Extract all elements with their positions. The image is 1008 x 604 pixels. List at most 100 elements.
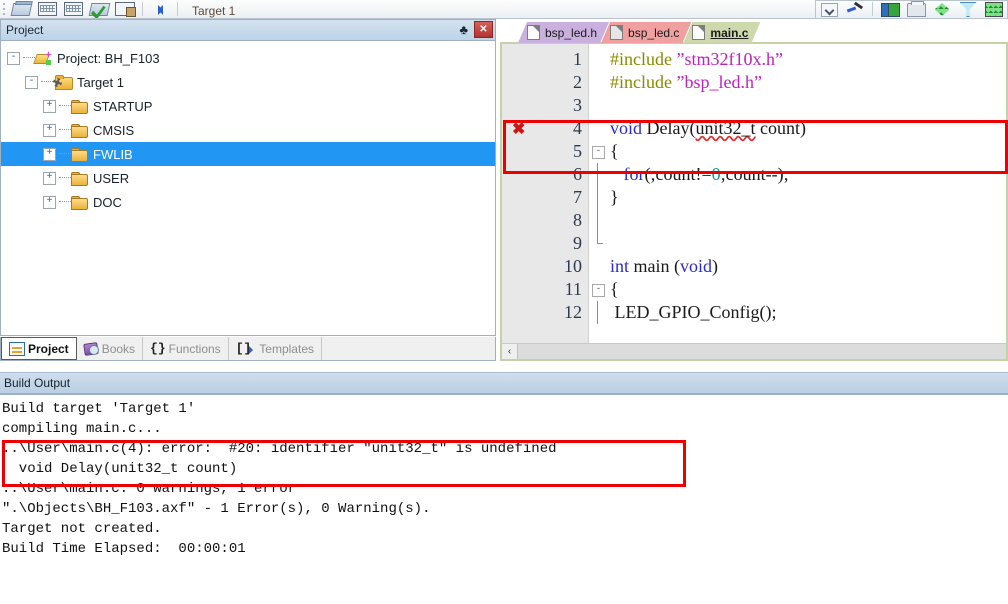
code-line: 12 LED_GPIO_Config();: [502, 301, 1006, 324]
braces-icon: {}: [150, 341, 166, 356]
expand-toggle-icon[interactable]: +: [43, 171, 56, 185]
tree-item-project-bh-f103[interactable]: - Project: BH_F103: [1, 46, 495, 70]
code-line: 5-{: [502, 140, 1006, 163]
manage-project-items-icon[interactable]: [147, 0, 173, 18]
build-output-titlebar: Build Output: [0, 372, 1008, 395]
panel-tab-templates[interactable]: [] Templates: [229, 337, 322, 360]
build-output-panel: Build Output Build target 'Target 1' comp…: [0, 372, 1008, 604]
code-area[interactable]: 1 #include ”stm32f10x.h” 2 #include ”bsp_le…: [502, 44, 1006, 343]
collapse-toggle-icon[interactable]: -: [7, 51, 20, 65]
batch-build-icon[interactable]: [86, 0, 112, 18]
panel-tab-label: Project: [28, 341, 69, 356]
close-icon[interactable]: ✕: [474, 21, 493, 38]
target-selector-label[interactable]: Target 1: [192, 4, 235, 18]
folder-icon: [71, 123, 88, 138]
panel-tab-project[interactable]: Project: [1, 337, 77, 360]
fold-guide-line: [597, 232, 603, 244]
panel-tab-functions[interactable]: {} Functions: [143, 337, 229, 360]
toolbar-separator: [142, 2, 143, 16]
manage-components-icon[interactable]: [8, 0, 34, 18]
fold-guide-line: [597, 186, 598, 209]
code-text: for(;count!=0;count--);: [623, 164, 789, 184]
panel-tab-label: Functions: [168, 341, 221, 356]
tree-item-doc[interactable]: + DOC: [1, 190, 495, 214]
code-text: LED_GPIO_Config();: [610, 302, 777, 322]
code-text: void Delay(unit32_t count): [610, 118, 806, 138]
editor-tab-bar: bsp_led.h bsp_led.c main.c: [500, 19, 1008, 43]
line-number: 5: [573, 141, 582, 161]
print-icon[interactable]: [903, 0, 929, 19]
build-output-title: Build Output: [4, 376, 71, 390]
panel-tab-label: Books: [101, 341, 136, 356]
project-tree[interactable]: - Project: BH_F103 - Target 1 + STARTUP + CMSIS…: [1, 41, 495, 214]
tree-item-label: FWLIB: [93, 146, 133, 162]
line-number: 9: [573, 233, 582, 253]
line-number: 12: [564, 302, 582, 322]
build-output-text[interactable]: Build target 'Target 1' compiling main.c.…: [0, 395, 1008, 559]
build-target-icon[interactable]: [34, 0, 60, 18]
filter-icon[interactable]: [955, 1, 981, 19]
toolbar-right-group: [815, 0, 1008, 18]
expand-toggle-icon[interactable]: +: [43, 147, 56, 161]
line-number: 8: [573, 210, 582, 230]
main-toolbar: Target 1: [0, 0, 1008, 19]
fold-toggle-icon[interactable]: -: [592, 284, 605, 297]
code-line: 7}: [502, 186, 1006, 209]
line-number: 7: [573, 187, 582, 207]
build-output-line: ..\User\main.c(4): error: #20: identifie…: [2, 441, 557, 457]
configure-diamond-icon[interactable]: [929, 1, 955, 19]
editor-horizontal-scrollbar[interactable]: ‹: [502, 343, 1006, 359]
build-output-line: void Delay(unit32_t count): [2, 461, 238, 477]
tree-item-fwlib[interactable]: + FWLIB: [1, 142, 495, 166]
build-output-line: compiling main.c...: [2, 421, 162, 437]
code-line: 9: [502, 232, 1006, 255]
fold-guide-line: [597, 209, 598, 232]
panel-tab-books[interactable]: Books: [77, 337, 144, 360]
folder-icon: [71, 171, 88, 186]
project-icon: [33, 51, 52, 65]
tree-item-startup[interactable]: + STARTUP: [1, 94, 495, 118]
editor-tab-main-c[interactable]: main.c: [683, 22, 760, 43]
tree-connector: [59, 105, 71, 107]
fold-guide-line: [597, 163, 598, 186]
code-line: 3: [502, 94, 1006, 117]
rebuild-all-icon[interactable]: [60, 0, 86, 18]
code-text: {: [610, 141, 619, 161]
editor-tab-bsp_led-h[interactable]: bsp_led.h: [518, 22, 609, 43]
select-target-dropdown-icon[interactable]: [816, 1, 842, 19]
expand-toggle-icon[interactable]: +: [43, 123, 56, 137]
code-text: int main (void): [610, 256, 719, 276]
line-number: 10: [564, 256, 582, 276]
manage-project-icon[interactable]: [877, 1, 903, 19]
code-line: ✖ 4 void Delay(unit32_t count): [502, 117, 1006, 140]
code-line: 6 for(;count!=0;count--);: [502, 163, 1006, 186]
build-output-line: ..\User\main.c: 0 warnings, 1 error: [2, 481, 297, 497]
tree-item-label: USER: [93, 170, 130, 186]
tree-item-target-1[interactable]: - Target 1: [1, 70, 495, 94]
target-options-icon[interactable]: [842, 1, 868, 19]
editor-body: 1 #include ”stm32f10x.h” 2 #include ”bsp_le…: [500, 42, 1008, 361]
folder-icon: [71, 99, 88, 114]
expand-toggle-icon[interactable]: +: [43, 195, 56, 209]
fold-toggle-icon[interactable]: -: [592, 146, 605, 159]
editor-tab-bsp_led-c[interactable]: bsp_led.c: [601, 22, 691, 43]
editor-tab-label: bsp_led.h: [545, 25, 598, 40]
line-number: 4: [573, 118, 582, 138]
collapse-toggle-icon[interactable]: -: [25, 75, 38, 89]
toolbar-separator-2: [177, 2, 178, 16]
build-output-line: Target not created.: [2, 521, 162, 537]
toolbar-grip[interactable]: [0, 0, 8, 18]
tree-item-cmsis[interactable]: + CMSIS: [1, 118, 495, 142]
panel-tab-label: Templates: [259, 341, 314, 356]
pack-installer-icon[interactable]: [981, 1, 1007, 19]
code-line: 2 #include ”bsp_led.h”: [502, 71, 1006, 94]
line-number: 2: [573, 72, 582, 92]
line-number: 3: [573, 95, 582, 115]
books-small-icon: [84, 342, 99, 355]
stop-build-icon[interactable]: [112, 0, 138, 18]
pin-icon[interactable]: ♣: [457, 23, 470, 36]
expand-toggle-icon[interactable]: +: [43, 99, 56, 113]
editor-panel: bsp_led.h bsp_led.c main.c 1 #include ”stm3…: [500, 19, 1008, 361]
tree-item-user[interactable]: + USER: [1, 166, 495, 190]
scroll-left-icon[interactable]: ‹: [502, 344, 518, 359]
